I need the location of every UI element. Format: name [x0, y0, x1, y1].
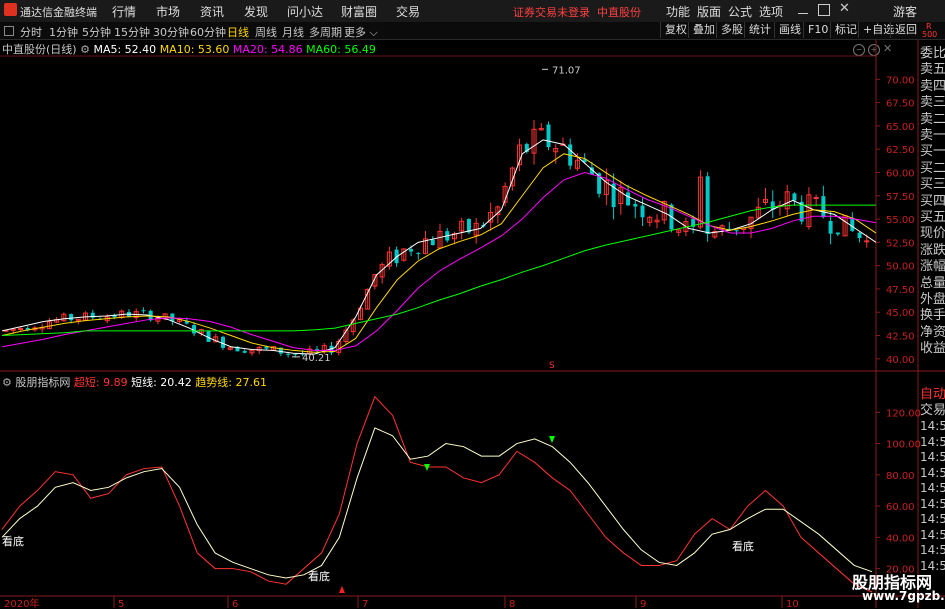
sidebar-field-label: 卖三 — [920, 95, 945, 111]
candle-body — [416, 252, 421, 254]
y-tick-label: 40.00 — [886, 355, 915, 366]
x-tick-label: 6 — [232, 599, 238, 609]
sidebar-trade-label: 交易 — [920, 403, 945, 418]
indicator-tick-label: 60.00 — [886, 502, 915, 513]
event-marker: S — [549, 361, 555, 371]
sidebar-field-label: 收益 — [920, 341, 945, 357]
tick-time-label: 14:56 — [920, 465, 945, 480]
sidebar-field-label: 卖一 — [920, 128, 945, 143]
indicator-line-2 — [1, 427, 873, 579]
candle-body — [430, 239, 435, 246]
sidebar-field-label: 外盘 — [920, 292, 945, 307]
y-tick-label: 55.00 — [886, 215, 915, 226]
sidebar-field-label: 换手 — [920, 308, 945, 324]
tick-time-label: 14:56 — [920, 543, 945, 557]
y-tick-label: 67.50 — [886, 99, 915, 110]
sidebar-trade-label: 自动 — [920, 387, 945, 402]
candle-body — [828, 221, 833, 234]
tick-time-label: 14:56 — [920, 450, 945, 464]
buy-arrow-icon — [339, 586, 345, 593]
y-tick-label: 42.50 — [886, 332, 915, 343]
x-tick-label: 9 — [640, 599, 646, 609]
watermark-url: www.7gpzb.com — [862, 589, 945, 603]
candle-body — [850, 217, 855, 231]
indicator-line-1 — [1, 395, 873, 593]
sidebar-field-label: 买五 — [920, 210, 945, 225]
x-tick-label: 5 — [118, 599, 124, 609]
y-tick-label: 52.50 — [886, 238, 915, 249]
bottom-signal-label: 看底 — [308, 569, 330, 583]
indicator-tick-label: 120.00 — [886, 408, 921, 419]
candle-body — [813, 196, 819, 199]
candle-body — [69, 314, 74, 321]
indicator-tick-label: 80.00 — [886, 471, 915, 482]
sell-arrow-icon — [549, 436, 555, 443]
x-start-label: 2020年 — [4, 597, 39, 609]
indicator-tick-label: 40.00 — [886, 533, 915, 544]
tick-time-label: 14:56 — [920, 496, 945, 511]
candle-body — [626, 192, 631, 206]
y-tick-label: 50.00 — [886, 262, 915, 273]
candle-body — [633, 203, 638, 207]
y-tick-label: 65.00 — [886, 122, 915, 133]
y-tick-label: 70.00 — [886, 75, 915, 86]
sidebar-field-label: 委比 — [920, 46, 945, 61]
sidebar-field-label: 涨幅 — [920, 259, 945, 275]
candle-body — [242, 350, 247, 353]
sidebar-field-label: 买三 — [920, 177, 945, 193]
candle-body — [546, 124, 551, 148]
candle-body — [640, 205, 645, 218]
sidebar-field-label: 卖四 — [920, 78, 945, 94]
candle-body — [293, 353, 298, 355]
bottom-signal-label: 看底 — [732, 539, 754, 553]
y-tick-label: 57.50 — [886, 192, 915, 203]
x-tick-label: 8 — [509, 599, 515, 609]
candle-body — [221, 336, 225, 348]
chart-area[interactable]: 看底看底看底 70.0067.5065.0062.5060.0057.5055.… — [0, 0, 945, 609]
tick-time-label: 14:56 — [920, 419, 945, 433]
sidebar-field-label: 净资 — [920, 324, 945, 340]
sidebar-field-label: 买二 — [920, 160, 945, 176]
ma-line-ma20 — [1, 171, 877, 351]
sidebar-field-label: 买四 — [920, 193, 945, 209]
bottom-signal-label: 看底 — [2, 534, 24, 548]
sidebar-field-label: 卖五 — [920, 62, 945, 78]
x-tick-label: 7 — [362, 599, 368, 609]
tick-time-label: 14:56 — [920, 512, 945, 526]
candle-body — [864, 240, 870, 243]
sidebar-field-label: 现价 — [920, 226, 945, 242]
indicator-tick-label: 100.00 — [886, 440, 921, 451]
sidebar-field-label: 买一 — [920, 144, 945, 160]
candle-body — [792, 193, 797, 201]
candle-body — [734, 230, 739, 232]
candle-body — [835, 232, 840, 235]
ma-line-ma60 — [1, 204, 876, 337]
tick-time-label: 14:56 — [920, 481, 945, 495]
x-tick-label: 10 — [786, 599, 799, 609]
candle-body — [857, 232, 862, 239]
y-tick-label: 47.50 — [886, 285, 915, 296]
candle-body — [821, 196, 826, 218]
tick-time-label: 14:56 — [920, 527, 945, 542]
tick-time-label: 14:56 — [920, 434, 945, 449]
candle-body — [17, 328, 23, 331]
candle-body — [409, 249, 414, 252]
high-label: 71.07 — [552, 65, 581, 76]
candle-body — [141, 310, 146, 312]
candle-body — [286, 353, 291, 355]
y-tick-label: 60.00 — [886, 168, 915, 179]
low-label: 40.21 — [302, 353, 331, 364]
sidebar-field-label: 涨跌 — [920, 242, 945, 258]
sidebar-field-label: 卖二 — [920, 111, 945, 127]
y-tick-label: 45.00 — [886, 308, 915, 319]
sidebar-field-label: 总量 — [920, 275, 945, 291]
y-tick-label: 62.50 — [886, 145, 915, 156]
